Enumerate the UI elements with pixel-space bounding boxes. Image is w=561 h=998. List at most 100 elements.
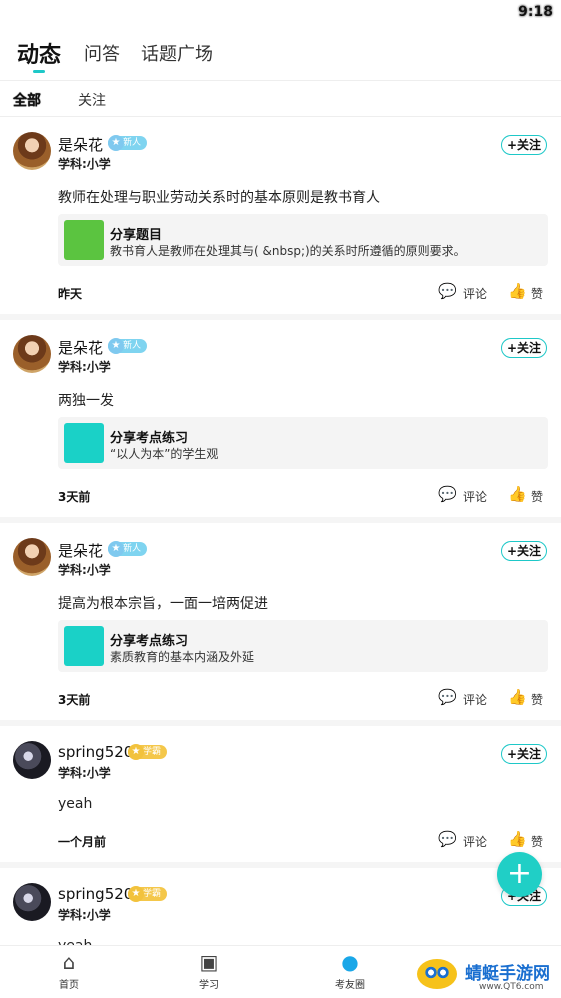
tab-topic-square[interactable]: 话题广场: [141, 40, 213, 66]
badge-label: 新人: [123, 544, 142, 554]
share-subtitle: 素质教育的基本内涵及外延: [110, 650, 255, 664]
user-badge: ★ 新人: [108, 338, 148, 354]
post-time: 3天前: [58, 693, 91, 707]
avatar[interactable]: [13, 132, 51, 170]
post-content: 两独一发: [58, 393, 114, 409]
subject-label: 学科:小学: [58, 360, 111, 374]
avatar[interactable]: [13, 883, 51, 921]
subject-label: 学科:小学: [58, 766, 111, 780]
like-icon[interactable]: 👍: [508, 282, 527, 300]
status-time: 9:18: [518, 4, 553, 20]
post-content: yeah: [58, 796, 93, 812]
share-title: 分享考点练习: [110, 431, 189, 446]
comment-button[interactable]: 评论: [463, 833, 487, 850]
post-card[interactable]: 是朵花 ★ 新人 学科:小学 +关注 提高为根本宗旨，一面一培两促进 分享考点练习…: [0, 523, 561, 726]
avatar[interactable]: [13, 741, 51, 779]
avatar[interactable]: [13, 538, 51, 576]
shared-item-card[interactable]: 分享考点练习 素质教育的基本内涵及外延: [58, 620, 548, 672]
post-content: 提高为根本宗旨，一面一培两促进: [58, 596, 268, 612]
username[interactable]: 是朵花: [58, 134, 103, 155]
practice-share-icon: [64, 626, 104, 666]
watermark: 蜻蜓手游网 www.QT6.com: [415, 955, 561, 997]
subtab-following[interactable]: 关注: [78, 90, 106, 110]
status-bar: 9:18: [0, 0, 561, 24]
active-tab-indicator: [33, 70, 45, 73]
post-card[interactable]: 是朵花 ★ 新人 学科:小学 +关注 教师在处理与职业劳动关系时的基本原则是教书育…: [0, 117, 561, 320]
follow-button[interactable]: +关注: [501, 744, 547, 764]
star-icon: ★: [108, 338, 124, 354]
subject-label: 学科:小学: [58, 908, 111, 922]
badge-label: 新人: [123, 138, 142, 148]
avatar[interactable]: [13, 335, 51, 373]
like-button[interactable]: 赞: [531, 285, 543, 302]
subtab-all[interactable]: 全部: [13, 90, 41, 110]
sub-tab-bar: 全部 关注: [0, 80, 561, 117]
home-icon: ⌂: [62, 950, 76, 974]
user-badge: ★ 新人: [108, 541, 148, 557]
username[interactable]: 是朵花: [58, 337, 103, 358]
username[interactable]: spring520: [58, 885, 133, 903]
like-icon[interactable]: 👍: [508, 485, 527, 503]
star-icon: ★: [128, 744, 144, 760]
feed-list: 是朵花 ★ 新人 学科:小学 +关注 教师在处理与职业劳动关系时的基本原则是教书育…: [0, 117, 561, 954]
comment-icon[interactable]: 💬: [438, 688, 457, 706]
share-title: 分享考点练习: [110, 634, 189, 649]
post-time: 昨天: [58, 287, 83, 301]
follow-button[interactable]: +关注: [501, 135, 547, 155]
badge-label: 学霸: [143, 747, 162, 757]
follow-button[interactable]: +关注: [501, 338, 547, 358]
username[interactable]: 是朵花: [58, 540, 103, 561]
practice-share-icon: [64, 423, 104, 463]
post-card[interactable]: spring520 ★学霸 学科:小学 +关注 yeah: [0, 868, 561, 954]
comment-icon[interactable]: 💬: [438, 830, 457, 848]
planet-icon: ●: [341, 950, 359, 974]
star-icon: ★: [108, 541, 124, 557]
comment-icon[interactable]: 💬: [438, 485, 457, 503]
post-time: 3天前: [58, 490, 91, 504]
follow-button[interactable]: +关注: [501, 541, 547, 561]
comment-icon[interactable]: 💬: [438, 282, 457, 300]
comment-button[interactable]: 评论: [463, 285, 487, 302]
comment-button[interactable]: 评论: [463, 488, 487, 505]
nav-study[interactable]: ▣ 学习: [174, 950, 244, 991]
user-badge: ★ 新人: [108, 135, 148, 151]
like-icon[interactable]: 👍: [508, 830, 527, 848]
badge-label: 学霸: [143, 889, 162, 899]
post-card[interactable]: 是朵花 ★ 新人 学科:小学 +关注 两独一发 分享考点练习 “以人为本”的学生观…: [0, 320, 561, 523]
share-subtitle: 教书育人是教师在处理其与( &nbsp;)的关系时所遵循的原则要求。: [110, 244, 466, 258]
top-tab-bar: 动态 问答 话题广场: [0, 34, 561, 81]
subject-label: 学科:小学: [58, 157, 111, 171]
like-icon[interactable]: 👍: [508, 688, 527, 706]
nav-label: 考友圈: [335, 980, 365, 991]
like-button[interactable]: 赞: [531, 488, 543, 505]
username[interactable]: spring520: [58, 743, 133, 761]
add-post-button[interactable]: +: [497, 852, 542, 897]
star-icon: ★: [128, 886, 144, 902]
share-subtitle: “以人为本”的学生观: [110, 447, 219, 461]
star-icon: ★: [108, 135, 124, 151]
post-card[interactable]: spring520 ★ 学霸 学科:小学 +关注 yeah 一个月前 💬 评论 👍…: [0, 726, 561, 868]
tab-dynamics[interactable]: 动态: [17, 37, 61, 69]
tab-qa[interactable]: 问答: [84, 40, 120, 66]
shared-item-card[interactable]: 分享考点练习 “以人为本”的学生观: [58, 417, 548, 469]
badge-label: 新人: [123, 341, 142, 351]
comment-button[interactable]: 评论: [463, 691, 487, 708]
nav-home[interactable]: ⌂ 首页: [34, 950, 104, 991]
nav-exam-circle[interactable]: ● 考友圈: [315, 950, 385, 991]
shared-item-card[interactable]: 分享题目 教书育人是教师在处理其与( &nbsp;)的关系时所遵循的原则要求。: [58, 214, 548, 266]
question-share-icon: [64, 220, 104, 260]
nav-label: 首页: [59, 980, 79, 991]
nav-label: 学习: [199, 980, 219, 991]
watermark-title: 蜻蜓手游网: [465, 964, 550, 984]
subject-label: 学科:小学: [58, 563, 111, 577]
like-button[interactable]: 赞: [531, 833, 543, 850]
book-icon: ▣: [199, 950, 219, 974]
post-content: 教师在处理与职业劳动关系时的基本原则是教书育人: [58, 190, 380, 206]
like-button[interactable]: 赞: [531, 691, 543, 708]
user-badge: ★ 学霸: [128, 744, 168, 760]
post-time: 一个月前: [58, 835, 107, 849]
watermark-url: www.QT6.com: [479, 982, 544, 992]
share-title: 分享题目: [110, 228, 163, 243]
dragonfly-logo-icon: [417, 959, 457, 989]
user-badge: ★ 学霸: [128, 886, 168, 902]
